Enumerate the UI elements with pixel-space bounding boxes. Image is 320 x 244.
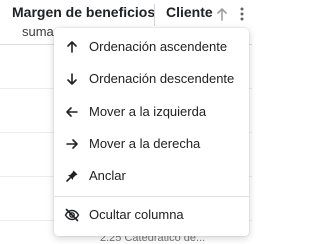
menu-item-label: Ordenación ascendente <box>89 39 228 54</box>
menu-item-label: Ordenación descendente <box>89 71 235 86</box>
menu-item-pin[interactable]: Anclar <box>54 161 249 191</box>
menu-item-label: Mover a la izquierda <box>89 104 207 119</box>
menu-item-label: Mover a la derecha <box>89 136 201 151</box>
arrow-up-icon <box>64 39 80 55</box>
column-aggregation-label: suma <box>22 24 54 39</box>
column-title: Margen de beneficios <box>12 4 156 20</box>
menu-item-sort-ascending[interactable]: Ordenación ascendente <box>54 32 249 62</box>
eye-off-icon <box>64 207 80 223</box>
menu-divider <box>54 196 249 197</box>
column-title: Cliente <box>166 4 213 20</box>
arrow-left-icon <box>64 104 80 120</box>
arrow-right-icon <box>64 136 80 152</box>
menu-item-sort-descending[interactable]: Ordenación descendente <box>54 64 249 94</box>
arrow-down-icon <box>64 71 80 87</box>
menu-item-hide-column[interactable]: Ocultar columna <box>54 200 249 230</box>
menu-item-label: Ocultar columna <box>89 207 184 222</box>
menu-item-move-left[interactable]: Mover a la izquierda <box>54 97 249 127</box>
menu-item-label: Anclar <box>89 168 126 183</box>
menu-item-move-right[interactable]: Mover a la derecha <box>54 129 249 159</box>
column-menu-icon[interactable] <box>234 3 250 25</box>
column-menu: Ordenación ascendente Ordenación descend… <box>54 28 249 236</box>
pin-icon <box>64 168 80 184</box>
sort-arrow-icon[interactable] <box>215 6 229 22</box>
